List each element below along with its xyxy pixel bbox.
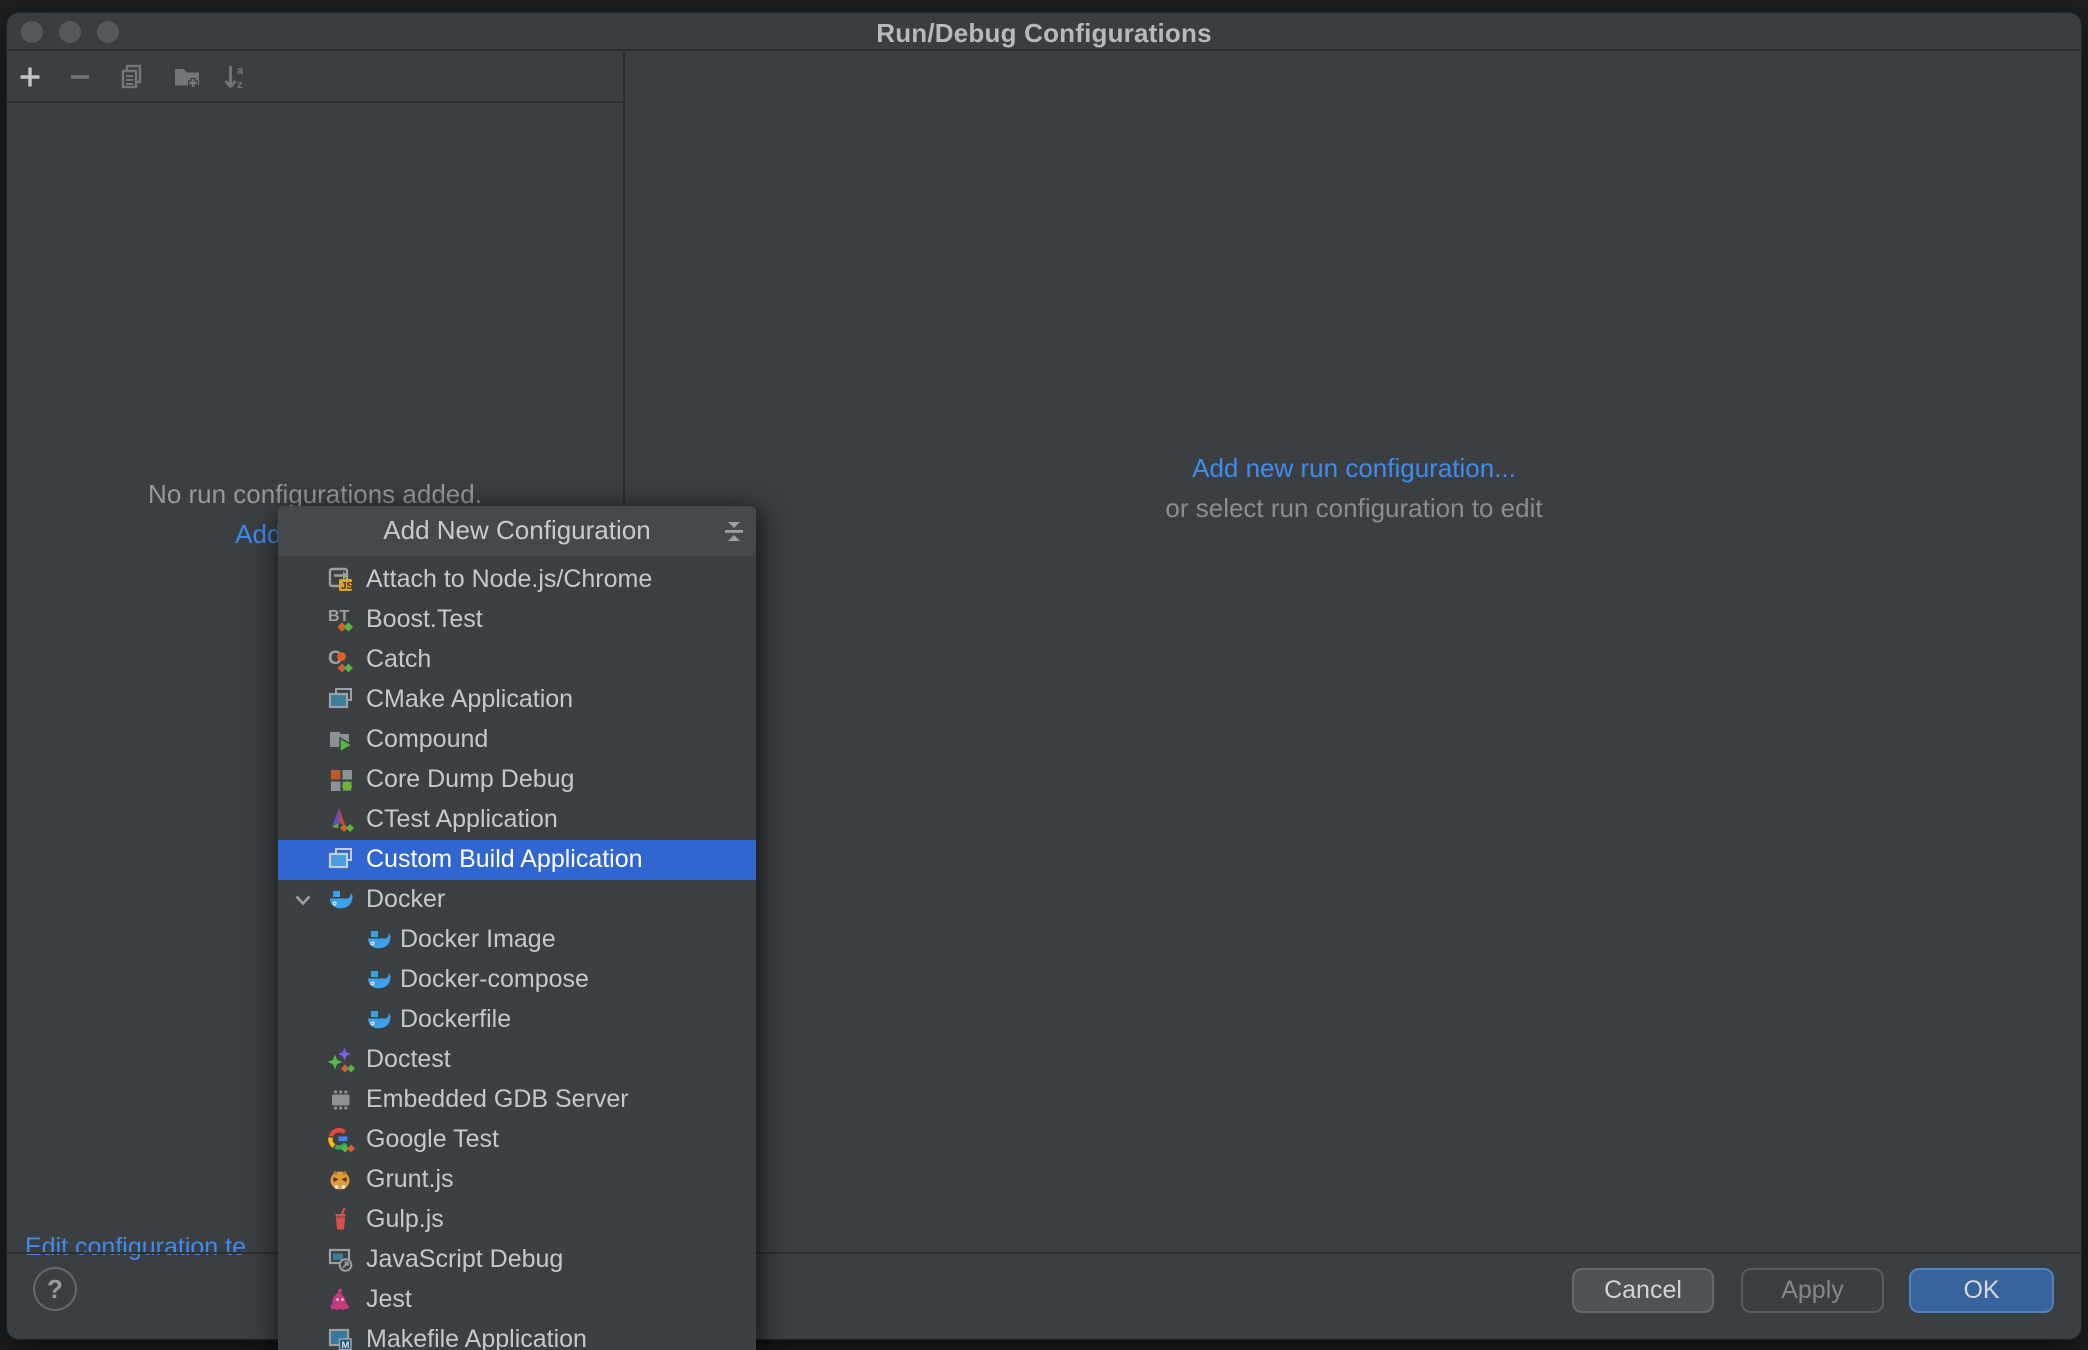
list-item[interactable]: C Catch [278,640,756,680]
list-item-label: Compound [366,725,488,754]
list-item-label: Embedded GDB Server [366,1085,629,1114]
list-item-label: Catch [366,645,431,674]
grunt-js-icon [327,1166,355,1194]
window-title: Run/Debug Configurations [7,18,2081,49]
docker-icon [365,1006,393,1034]
list-item-label: Jest [366,1285,412,1314]
select-configuration-hint: or select run configuration to edit [627,493,2081,524]
compound-icon [327,726,355,754]
list-item[interactable]: M Makefile Application [278,1320,756,1350]
list-item-label: Core Dump Debug [366,765,574,794]
sort-alphabetically-icon[interactable]: a z [221,62,251,92]
list-item-label: CTest Application [366,805,558,834]
list-item-label: CMake Application [366,685,573,714]
list-item-label: Dockerfile [400,1005,511,1034]
svg-text:JS: JS [341,581,354,592]
doctest-icon [327,1046,355,1074]
list-item[interactable]: BT Boost.Test [278,600,756,640]
google-test-icon [327,1126,355,1154]
chevron-down-icon[interactable] [292,889,314,911]
list-item[interactable]: Embedded GDB Server [278,1080,756,1120]
svg-text:z: z [237,79,243,91]
list-item[interactable]: Custom Build Application [278,840,756,880]
list-item-label: Docker-compose [400,965,589,994]
catch-icon: C [327,646,355,674]
cancel-button[interactable]: Cancel [1572,1268,1714,1313]
docker-icon [365,926,393,954]
list-item-label: Doctest [366,1045,451,1074]
svg-text:BT: BT [328,608,350,625]
attach-nodejs-chrome-icon: JS [327,566,355,594]
list-item-label: Grunt.js [366,1165,454,1194]
popup-title: Add New Configuration [278,515,756,546]
list-item[interactable]: Dockerfile [278,1000,756,1040]
apply-button[interactable]: Apply [1741,1268,1884,1313]
list-item[interactable]: Doctest [278,1040,756,1080]
list-item[interactable]: Google Test [278,1120,756,1160]
list-item[interactable]: JS Attach to Node.js/Chrome [278,560,756,600]
screen: Run/Debug Configurations [0,0,2088,1350]
list-item-label: JavaScript Debug [366,1245,563,1274]
custom-build-application-icon [327,846,355,874]
list-item[interactable]: Compound [278,720,756,760]
remove-icon[interactable] [65,62,95,92]
list-item-label: Attach to Node.js/Chrome [366,565,652,594]
svg-text:M: M [342,1340,350,1350]
configuration-type-list: JSAttach to Node.js/ChromeBTBoost.TestCC… [278,560,756,1350]
list-item[interactable]: CMake Application [278,680,756,720]
list-item[interactable]: Docker [278,880,756,920]
copy-icon[interactable] [117,62,147,92]
popup-header: Add New Configuration [278,506,756,556]
docker-icon [327,886,355,914]
list-item[interactable]: Docker-compose [278,960,756,1000]
ctest-application-icon [327,806,355,834]
ok-button[interactable]: OK [1909,1268,2054,1313]
jest-icon [327,1286,355,1314]
javascript-debug-icon [327,1246,355,1274]
list-item-label: Makefile Application [366,1325,587,1350]
configuration-detail-panel: Add new run configuration... or select r… [627,51,2081,1252]
list-item-label: Google Test [366,1125,499,1154]
list-item[interactable]: Docker Image [278,920,756,960]
embedded-gdb-server-icon [327,1086,355,1114]
gulp-js-icon [327,1206,355,1234]
boost-test-icon: BT [327,606,355,634]
title-bar: Run/Debug Configurations [7,13,2081,51]
list-item-label: Docker [366,885,445,914]
add-new-configuration-popup: Add New Configuration JS Attach to Node.j… [278,506,756,1350]
list-item-label: Custom Build Application [366,845,643,874]
tree-toolbar: a z [7,51,623,103]
add-icon[interactable] [15,62,45,92]
core-dump-debug-icon [327,766,355,794]
list-item[interactable]: Core Dump Debug [278,760,756,800]
cmake-application-icon [327,686,355,714]
add-new-run-configuration-link[interactable]: Add new run configuration... [627,453,2081,484]
list-item-label: Docker Image [400,925,556,954]
makefile-application-icon: M [327,1326,355,1350]
collapse-all-icon[interactable] [720,517,748,545]
list-item[interactable]: Gulp.js [278,1200,756,1240]
list-item-label: Boost.Test [366,605,483,634]
new-folder-icon[interactable] [172,62,202,92]
list-item[interactable]: JavaScript Debug [278,1240,756,1280]
list-item[interactable]: Grunt.js [278,1160,756,1200]
list-item-label: Gulp.js [366,1205,444,1234]
docker-icon [365,966,393,994]
svg-text:a: a [237,65,244,77]
list-item[interactable]: Jest [278,1280,756,1320]
list-item[interactable]: CTest Application [278,800,756,840]
help-button[interactable]: ? [33,1267,77,1311]
